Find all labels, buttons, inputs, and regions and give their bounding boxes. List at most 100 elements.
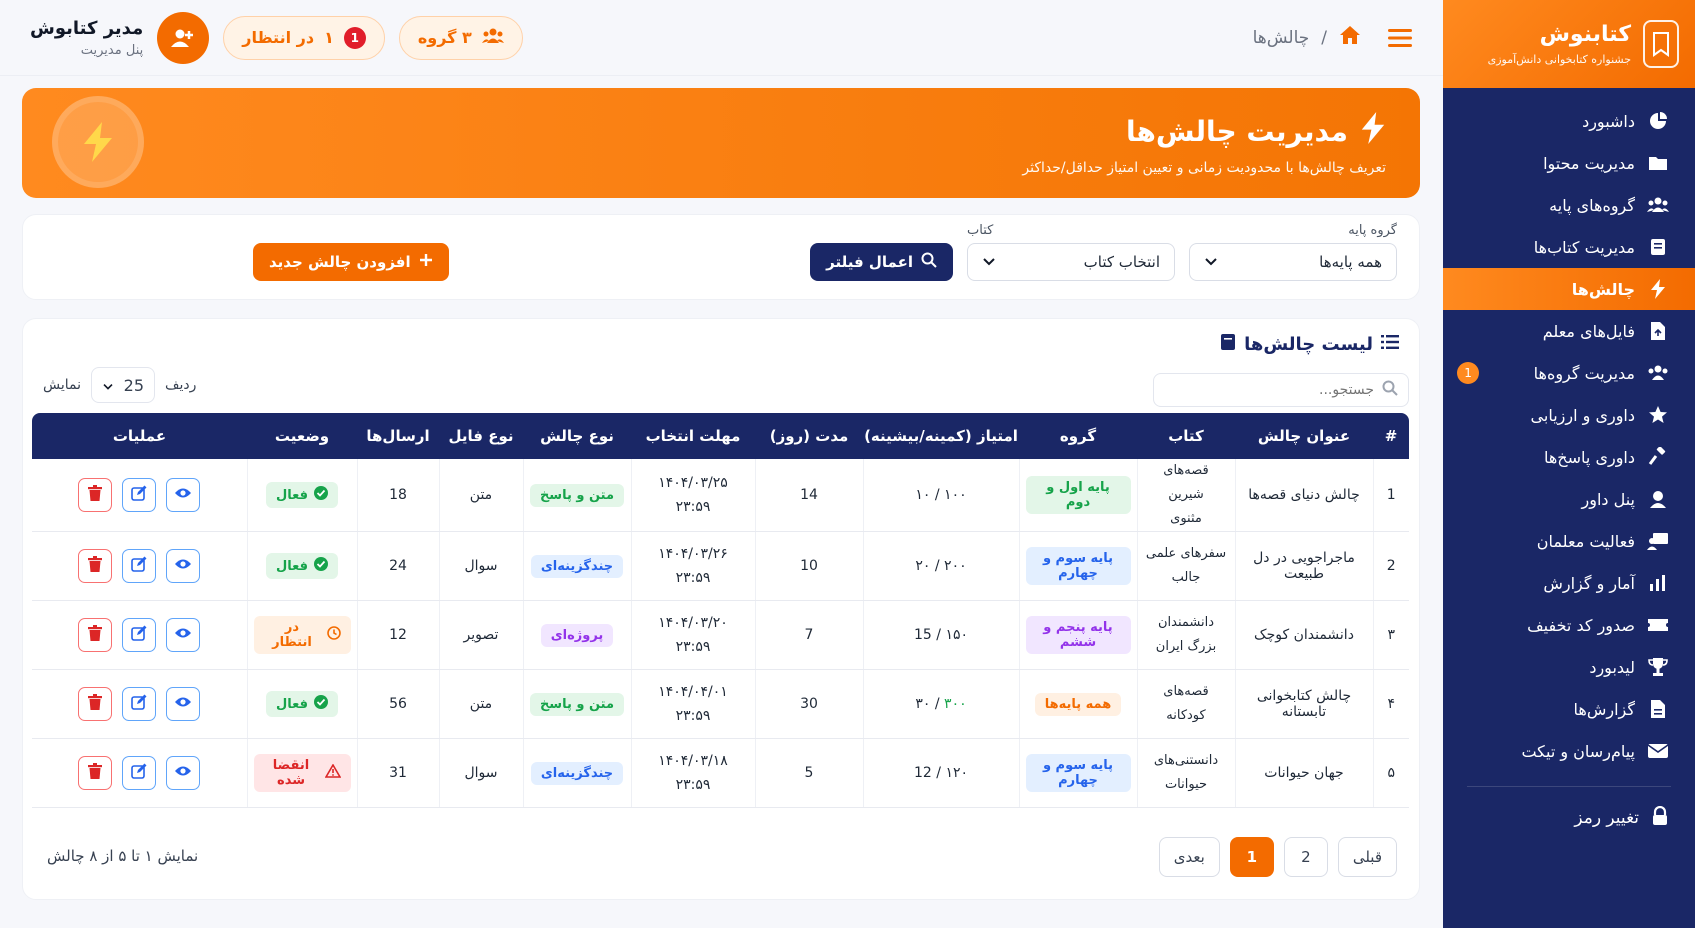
group-filter-select[interactable]: همه پایه‌ها: [1189, 243, 1397, 281]
challenge-duration: 30: [754, 669, 863, 739]
sidebar-item-leaderboard[interactable]: لیدبورد: [1443, 646, 1695, 688]
book-icon: [1647, 236, 1669, 258]
view-button[interactable]: [166, 618, 201, 652]
edit-button[interactable]: [122, 618, 157, 652]
page-button-1[interactable]: 1: [1229, 837, 1274, 877]
trash-icon: [88, 694, 103, 714]
sidebar-item-messenger[interactable]: پیام‌رسان و تیکت: [1443, 730, 1695, 772]
pending-pill-label: در انتظار: [242, 28, 315, 47]
challenge-title[interactable]: چالش کتابخوانی تابستانه: [1234, 669, 1373, 739]
sidebar-item-reports[interactable]: گزارش‌ها: [1443, 688, 1695, 730]
sidebar-item-books[interactable]: مدیریت کتاب‌ها: [1443, 226, 1695, 268]
view-button[interactable]: [166, 756, 201, 790]
delete-button[interactable]: [78, 618, 113, 652]
eye-icon: [174, 487, 192, 503]
edit-button[interactable]: [122, 756, 157, 790]
apply-filter-button[interactable]: اعمال فیلتر: [810, 243, 953, 281]
add-challenge-button[interactable]: افزودن چالش جدید: [253, 243, 449, 281]
envelope-icon: [1647, 740, 1669, 762]
table-row: ۵ جهان حیوانات دانستنی‌های حیوانات پایه سوم …: [32, 738, 1409, 808]
sidebar-item-label: داوری پاسخ‌ها: [1543, 447, 1635, 467]
search-input[interactable]: [1164, 382, 1374, 398]
sidebar-item-teacher-activity[interactable]: فعالیت معلمان: [1443, 520, 1695, 562]
pagination: قبلی 2 1 بعدی: [1158, 837, 1397, 877]
challenges-table: # عنوان چالش کتاب گروه امتیاز (کمینه/بیش…: [32, 413, 1409, 808]
status-label: فعال: [275, 487, 308, 503]
sidebar-item-label: چالش‌ها: [1571, 279, 1635, 299]
col-header-book: کتاب: [1137, 413, 1235, 459]
challenge-title[interactable]: جهان حیوانات: [1234, 738, 1373, 808]
sidebar-item-group-management[interactable]: مدیریت گروه‌ها 1: [1443, 352, 1695, 394]
challenge-status: فعال: [246, 531, 357, 601]
sidebar-item-discount-codes[interactable]: صدور کد تخفیف: [1443, 604, 1695, 646]
search-box: [1153, 373, 1409, 407]
delete-button[interactable]: [78, 687, 113, 721]
prev-page-button[interactable]: قبلی: [1337, 837, 1397, 877]
sidebar-item-content[interactable]: مدیریت محتوا: [1443, 142, 1695, 184]
challenge-file-type: تصویر: [438, 600, 523, 670]
home-icon[interactable]: [1339, 25, 1361, 50]
status-label: فعال: [275, 558, 308, 574]
sidebar-item-dashboard[interactable]: داشبورد: [1443, 100, 1695, 142]
warning-icon: [324, 763, 341, 782]
admin-avatar[interactable]: [157, 11, 210, 64]
challenge-deadline: ۱۴۰۴/۰۳/۲۰ ۲۳:۵۹: [630, 600, 755, 670]
page-button-2[interactable]: 2: [1283, 837, 1328, 877]
book-line-2: جالب: [1171, 570, 1201, 585]
sidebar-item-statistics[interactable]: آمار و گزارش: [1443, 562, 1695, 604]
edit-button[interactable]: [122, 687, 157, 721]
deadline-date: ۱۴۰۴/۰۳/۲۰: [658, 615, 728, 631]
col-header-group[interactable]: گروه: [1019, 413, 1137, 459]
book-filter-select[interactable]: انتخاب کتاب: [967, 243, 1175, 281]
challenge-actions: [32, 531, 247, 601]
delete-button[interactable]: [78, 478, 113, 512]
pie-chart-icon: [1647, 110, 1669, 132]
eye-icon: [174, 696, 192, 712]
challenge-title[interactable]: دانشمندان کوچک: [1234, 600, 1373, 670]
file-upload-icon: [1647, 320, 1669, 342]
next-page-button[interactable]: بعدی: [1158, 837, 1220, 877]
sidebar-item-challenges[interactable]: چالش‌ها: [1443, 268, 1695, 310]
change-password-button[interactable]: تغییر رمز: [1443, 795, 1695, 841]
sidebar-item-grade-groups[interactable]: گروه‌های پایه: [1443, 184, 1695, 226]
pending-pill[interactable]: 1 ۱ در انتظار: [223, 15, 385, 60]
ticket-icon: [1647, 614, 1669, 636]
groups-pill[interactable]: ۳ گروه: [398, 15, 523, 60]
view-button[interactable]: [166, 478, 201, 512]
view-button[interactable]: [166, 687, 201, 721]
menu-toggle-button[interactable]: [1387, 25, 1413, 51]
sidebar-item-label: مدیریت کتاب‌ها: [1533, 237, 1635, 257]
type-badge: متن و پاسخ: [529, 483, 625, 507]
challenge-title[interactable]: چالش دنیای قصه‌ها: [1234, 459, 1373, 532]
view-button[interactable]: [166, 549, 201, 583]
sidebar-item-label: آمار و گزارش: [1543, 573, 1635, 593]
sidebar-item-evaluation[interactable]: داوری و ارزیابی: [1443, 394, 1695, 436]
delete-button[interactable]: [78, 756, 113, 790]
edit-button[interactable]: [122, 478, 157, 512]
deadline-time: ۲۳:۵۹: [675, 499, 711, 515]
add-challenge-label: افزودن چالش جدید: [269, 253, 411, 271]
edit-button[interactable]: [122, 549, 157, 583]
breadcrumb-separator: /: [1321, 27, 1327, 48]
row-number: ۳: [1372, 600, 1409, 670]
delete-button[interactable]: [78, 549, 113, 583]
challenge-title[interactable]: ماجراجویی در دل طبیعت: [1234, 531, 1373, 601]
sidebar-item-answer-review[interactable]: داوری پاسخ‌ها: [1443, 436, 1695, 478]
sidebar-item-judge-panel[interactable]: پنل داور: [1443, 478, 1695, 520]
col-header-duration: مدت (روز): [755, 413, 863, 459]
challenge-book: سفرهای علمی جالب: [1136, 531, 1235, 601]
col-header-number: #: [1373, 413, 1409, 459]
per-page-select[interactable]: 25: [91, 367, 156, 403]
deadline-time: ۲۳:۵۹: [675, 639, 711, 655]
chevron-down-icon: [982, 253, 996, 271]
trash-icon: [88, 763, 103, 783]
sidebar-item-teacher-files[interactable]: فایل‌های معلم: [1443, 310, 1695, 352]
deadline-date: ۱۴۰۴/۰۴/۰۱: [658, 684, 728, 700]
status-badge: فعال: [265, 691, 338, 717]
challenge-file-type: سوال: [438, 738, 523, 808]
challenge-submissions: 12: [356, 600, 439, 670]
brand-subtitle: جشنواره کتابخوانی دانش‌آموزی: [1487, 53, 1631, 66]
chevron-down-icon: [1204, 253, 1218, 271]
edit-icon: [131, 763, 147, 783]
book-icon: [1220, 333, 1236, 356]
